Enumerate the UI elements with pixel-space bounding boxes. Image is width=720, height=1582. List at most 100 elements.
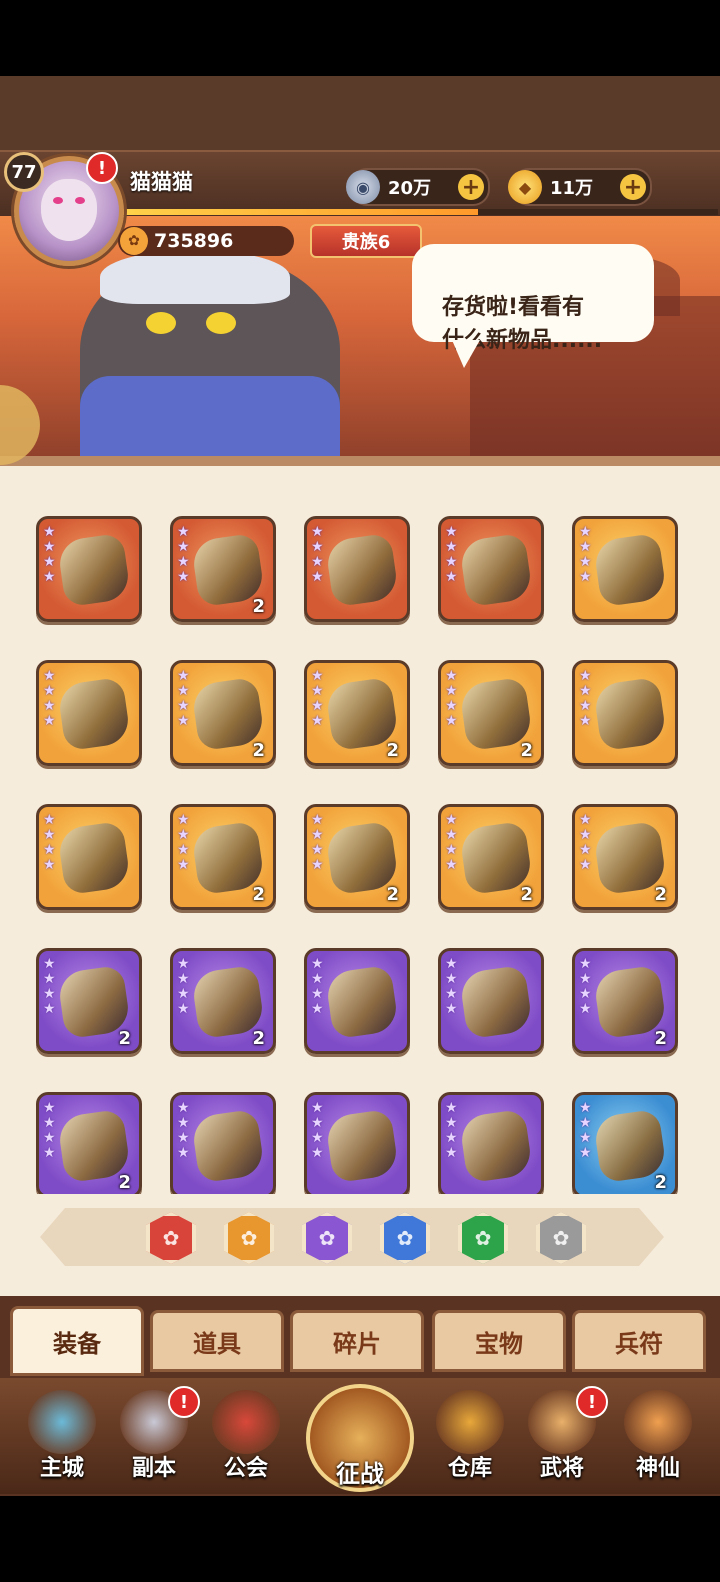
status-bar-area xyxy=(0,0,720,76)
equipment-item[interactable]: ★ ★ ★ ★ 2 xyxy=(572,804,678,910)
star-rating: ★ ★ ★ ★ xyxy=(579,525,593,584)
star-rating: ★ ★ ★ ★ xyxy=(43,1101,57,1160)
equipment-item[interactable]: ★ ★ ★ ★ xyxy=(36,660,142,766)
nav-item-2[interactable]: 公会 xyxy=(200,1384,292,1490)
star-icon: ★ xyxy=(579,827,592,843)
star-icon: ★ xyxy=(43,569,56,585)
star-icon: ★ xyxy=(311,827,324,843)
treasure-bag-icon xyxy=(436,1390,504,1454)
add-gold-button[interactable]: + xyxy=(620,174,646,200)
nav-item-campaign[interactable]: 征战 xyxy=(300,1370,420,1492)
combat-power: ✿ 735896 xyxy=(118,226,294,256)
tab-4[interactable]: 兵符 xyxy=(572,1310,706,1372)
merchant-speech-bubble: 存货啦!看看有 什么新物品...... xyxy=(412,244,654,368)
equipment-item[interactable]: ★ ★ ★ ★ xyxy=(438,948,544,1054)
equipment-item[interactable]: ★ ★ ★ ★ xyxy=(36,516,142,622)
equipment-item[interactable]: ★ ★ ★ ★ xyxy=(304,516,410,622)
nav-item-0[interactable]: 主城 xyxy=(16,1384,108,1490)
nav-item-4[interactable]: 仓库 xyxy=(424,1384,516,1490)
equipment-item[interactable]: ★ ★ ★ ★ 2 xyxy=(572,948,678,1054)
star-icon: ★ xyxy=(311,539,324,555)
nav-label: 武将 xyxy=(539,1456,584,1481)
star-icon: ★ xyxy=(177,1145,190,1161)
equipment-item[interactable]: ★ ★ ★ ★ xyxy=(304,1092,410,1194)
item-count: 2 xyxy=(252,1028,265,1049)
tab-2[interactable]: 碎片 xyxy=(290,1310,424,1372)
equipment-item[interactable]: ★ ★ ★ ★ xyxy=(36,804,142,910)
combat-power-value: 735896 xyxy=(154,230,234,252)
avatar-eye xyxy=(53,197,63,204)
item-count: 2 xyxy=(520,740,533,761)
star-icon: ★ xyxy=(43,713,56,729)
tab-0[interactable]: 装备 xyxy=(10,1306,144,1376)
star-rating: ★ ★ ★ ★ xyxy=(445,669,459,728)
star-icon: ★ xyxy=(177,827,190,843)
alert-icon: ! xyxy=(168,1386,200,1418)
equipment-item[interactable]: ★ ★ ★ ★ xyxy=(572,516,678,622)
star-icon: ★ xyxy=(311,698,324,714)
player-name: 猫猫猫 xyxy=(130,170,193,194)
star-icon: ★ xyxy=(579,842,592,858)
tab-3[interactable]: 宝物 xyxy=(432,1310,566,1372)
equipment-item[interactable]: ★ ★ ★ ★ 2 xyxy=(170,804,276,910)
star-rating: ★ ★ ★ ★ xyxy=(445,525,459,584)
equipment-item[interactable]: ★ ★ ★ ★ 2 xyxy=(438,660,544,766)
avatar-eye xyxy=(75,197,85,204)
star-rating: ★ ★ ★ ★ xyxy=(43,525,57,584)
equipment-item[interactable]: ★ ★ ★ ★ 2 xyxy=(170,660,276,766)
star-icon: ★ xyxy=(177,539,190,555)
add-coin-button[interactable]: + xyxy=(458,174,484,200)
equipment-item[interactable]: ★ ★ ★ ★ xyxy=(438,1092,544,1194)
nav-label: 公会 xyxy=(223,1456,268,1481)
item-count: 2 xyxy=(654,884,667,905)
star-icon: ★ xyxy=(445,554,458,570)
star-icon: ★ xyxy=(177,1001,190,1017)
star-icon: ★ xyxy=(43,539,56,555)
nav-item-1[interactable]: 副本! xyxy=(108,1384,200,1490)
equipment-item[interactable]: ★ ★ ★ ★ 2 xyxy=(572,1092,678,1194)
star-icon: ★ xyxy=(311,956,324,972)
equipment-item[interactable]: ★ ★ ★ ★ 2 xyxy=(36,1092,142,1194)
avatar-alert-icon: ! xyxy=(86,152,118,184)
vip-badge[interactable]: 贵族6 xyxy=(310,224,422,258)
star-icon: ★ xyxy=(177,713,190,729)
star-rating: ★ ★ ★ ★ xyxy=(43,957,57,1016)
nav-item-6[interactable]: 神仙 xyxy=(612,1384,704,1490)
star-icon: ★ xyxy=(43,1100,56,1116)
item-count: 2 xyxy=(118,1028,131,1049)
header-background xyxy=(0,76,720,150)
star-icon: ★ xyxy=(579,956,592,972)
equipment-art-icon xyxy=(324,532,400,608)
equipment-item[interactable]: ★ ★ ★ ★ xyxy=(572,660,678,766)
star-icon: ★ xyxy=(311,857,324,873)
equipment-item[interactable]: ★ ★ ★ ★ xyxy=(304,948,410,1054)
equipment-item[interactable]: ★ ★ ★ ★ 2 xyxy=(304,660,410,766)
equipment-item[interactable]: ★ ★ ★ ★ 2 xyxy=(438,804,544,910)
star-icon: ★ xyxy=(43,827,56,843)
star-icon: ★ xyxy=(311,812,324,828)
equipment-item[interactable]: ★ ★ ★ ★ 2 xyxy=(170,516,276,622)
equipment-item[interactable]: ★ ★ ★ ★ 2 xyxy=(304,804,410,910)
star-icon: ★ xyxy=(177,1100,190,1116)
coin-icon: ◉ xyxy=(346,170,380,204)
equipment-item[interactable]: ★ ★ ★ ★ 2 xyxy=(36,948,142,1054)
equipment-item[interactable]: ★ ★ ★ ★ 2 xyxy=(170,948,276,1054)
star-icon: ★ xyxy=(311,1145,324,1161)
star-icon: ★ xyxy=(311,986,324,1002)
cat-face-icon xyxy=(624,1390,692,1454)
nav-item-5[interactable]: 武将! xyxy=(516,1384,608,1490)
star-icon: ★ xyxy=(311,524,324,540)
star-icon: ★ xyxy=(311,1100,324,1116)
star-icon: ★ xyxy=(445,1145,458,1161)
tab-1[interactable]: 道具 xyxy=(150,1310,284,1372)
equipment-item[interactable]: ★ ★ ★ ★ xyxy=(170,1092,276,1194)
star-icon: ★ xyxy=(311,668,324,684)
equipment-item[interactable]: ★ ★ ★ ★ xyxy=(438,516,544,622)
star-icon: ★ xyxy=(177,986,190,1002)
star-icon: ★ xyxy=(579,554,592,570)
cat-eye xyxy=(206,312,236,334)
nav-label: 神仙 xyxy=(635,1456,680,1481)
star-icon: ★ xyxy=(311,713,324,729)
star-icon: ★ xyxy=(43,971,56,987)
star-icon: ★ xyxy=(445,956,458,972)
